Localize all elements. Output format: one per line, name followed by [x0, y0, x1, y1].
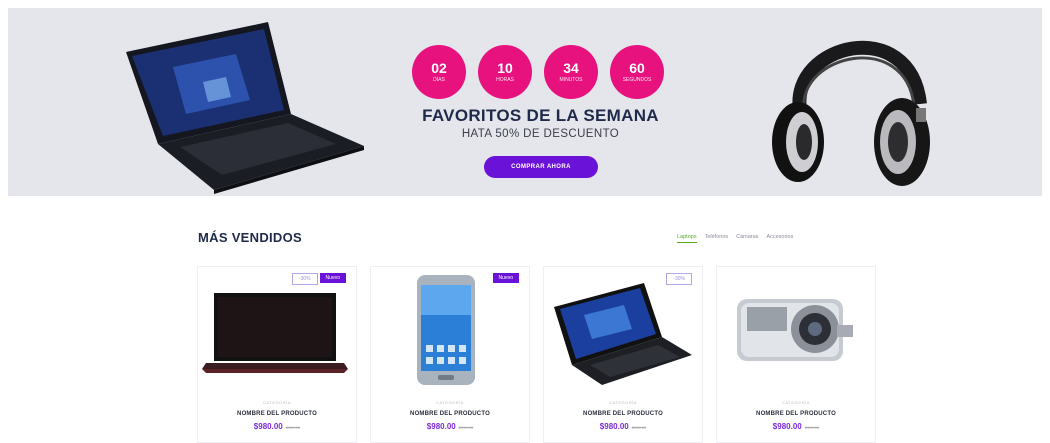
- section-title: MÁS VENDIDOS: [198, 230, 303, 245]
- laptop-image: [126, 22, 364, 194]
- old-price: $990.00: [458, 425, 474, 430]
- countdown-value: 02: [431, 60, 447, 76]
- product-badges: Nuevo: [492, 273, 519, 283]
- new-badge: Nuevo: [492, 273, 519, 283]
- countdown-value: 60: [629, 60, 645, 76]
- product-card[interactable]: CATEGORÍA NOMBRE DEL PRODUCTO $980.00 $99…: [716, 266, 876, 443]
- countdown-unit: MINUTOS: [559, 77, 583, 83]
- headphones-image: [772, 40, 930, 186]
- countdown-value: 34: [563, 60, 579, 76]
- current-price: $980.00: [426, 422, 456, 431]
- product-badges: -30%: [666, 273, 692, 285]
- product-name[interactable]: NOMBRE DEL PRODUCTO: [198, 411, 356, 417]
- countdown-seconds: 60 SEGUNDOS: [610, 45, 664, 99]
- tab-accessories[interactable]: Accesorios: [766, 234, 793, 243]
- product-card[interactable]: -30% Nuevo CATEGORÍA NOMBRE DEL PRODUCTO…: [197, 266, 357, 443]
- countdown-unit: DÍAS: [433, 77, 445, 83]
- current-price: $980.00: [772, 422, 802, 431]
- sale-badge: -30%: [666, 273, 692, 285]
- tab-phones[interactable]: Teléfonos: [705, 234, 729, 243]
- product-image-laptop: [554, 283, 692, 385]
- product-card[interactable]: Nuevo CATEGORÍA NOMBRE DEL PRODUCTO $980…: [370, 266, 530, 443]
- product-category: CATEGORÍA: [609, 400, 637, 405]
- countdown-minutes: 34 MINUTOS: [544, 45, 598, 99]
- hero-subtitle: HATA 50% DE DESCUENTO: [461, 128, 620, 140]
- countdown-unit: HORAS: [496, 77, 514, 83]
- old-price: $990.00: [285, 425, 301, 430]
- product-price: $980.00 $990.00: [371, 422, 529, 431]
- tab-laptops[interactable]: Laptops: [677, 234, 697, 243]
- product-category: CATEGORÍA: [263, 400, 291, 405]
- old-price: $990.00: [631, 425, 647, 430]
- sale-badge: -30%: [291, 273, 318, 285]
- product-name[interactable]: NOMBRE DEL PRODUCTO: [371, 411, 529, 417]
- current-price: $980.00: [599, 422, 629, 431]
- old-price: $990.00: [804, 425, 820, 430]
- countdown-timer: 02 DÍAS 10 HORAS 34 MINUTOS 60 SEGUNDOS: [412, 45, 672, 99]
- product-name[interactable]: NOMBRE DEL PRODUCTO: [717, 411, 875, 417]
- product-image-phone: [417, 275, 475, 385]
- countdown-days: 02 DÍAS: [412, 45, 466, 99]
- product-category: CATEGORÍA: [782, 400, 810, 405]
- category-tabs: Laptops Teléfonos Cámaras Accesorios: [677, 234, 793, 243]
- buy-now-button[interactable]: COMPRAR AHORA: [484, 156, 598, 178]
- tab-cameras[interactable]: Cámaras: [736, 234, 758, 243]
- product-image-camera: [737, 299, 853, 361]
- countdown-value: 10: [497, 60, 513, 76]
- product-price: $980.00 $990.00: [717, 422, 875, 431]
- product-price: $980.00 $990.00: [198, 422, 356, 431]
- countdown-hours: 10 HORAS: [478, 45, 532, 99]
- product-price: $980.00 $990.00: [544, 422, 702, 431]
- hero-banner: 02 DÍAS 10 HORAS 34 MINUTOS 60 SEGUNDOS …: [8, 8, 1042, 196]
- current-price: $980.00: [253, 422, 283, 431]
- new-badge: Nuevo: [319, 273, 346, 283]
- product-name[interactable]: NOMBRE DEL PRODUCTO: [544, 411, 702, 417]
- hero-title: FAVORITOS DE LA SEMANA: [422, 106, 659, 125]
- product-card[interactable]: -30% CATEGORÍA NOMBRE DEL PRODUCTO $980.…: [543, 266, 703, 443]
- product-category: CATEGORÍA: [436, 400, 464, 405]
- countdown-unit: SEGUNDOS: [622, 77, 652, 83]
- product-badges: -30% Nuevo: [291, 273, 346, 285]
- product-image-laptop: [202, 293, 348, 373]
